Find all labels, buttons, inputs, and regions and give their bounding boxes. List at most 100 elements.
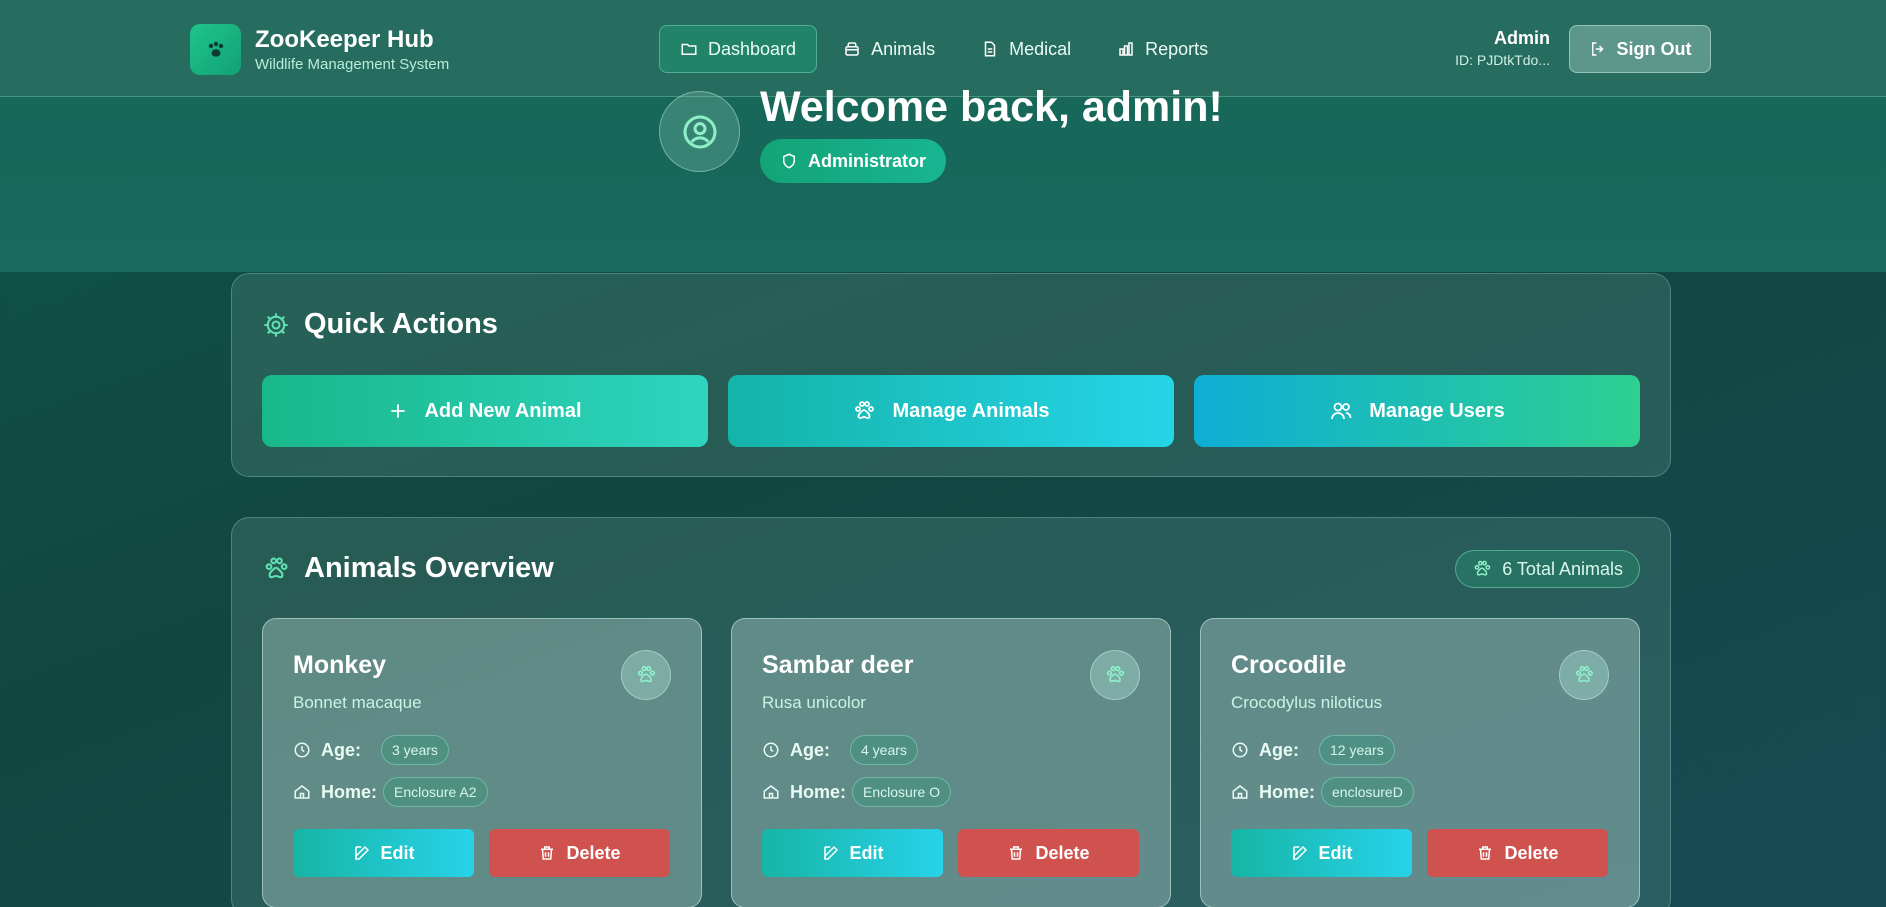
edit-label: Edit xyxy=(1318,842,1353,863)
home-value: enclosureD xyxy=(1321,777,1414,807)
animal-age-row: Age: 3 years xyxy=(293,735,449,765)
animal-scientific-name: Bonnet macaque xyxy=(293,693,422,712)
total-animals-badge: 6 Total Animals xyxy=(1455,550,1640,588)
animal-home-row: Home: Enclosure O xyxy=(762,777,952,807)
user-name: Admin xyxy=(1494,28,1550,48)
add-new-animal-label: Add New Animal xyxy=(424,399,582,422)
animals-overview-heading: Animals Overview xyxy=(262,552,554,585)
home-label: Home: xyxy=(1259,781,1316,802)
trash-icon xyxy=(1010,846,1023,860)
edit-icon xyxy=(1292,845,1307,860)
plus-icon xyxy=(391,404,406,418)
shield-icon xyxy=(783,153,795,169)
paw-icon xyxy=(1090,650,1140,700)
home-icon xyxy=(1232,785,1248,799)
home-value: Enclosure A2 xyxy=(383,777,488,807)
animal-name: Crocodile xyxy=(1231,651,1347,679)
nav-animals-label: Animals xyxy=(871,38,936,59)
age-value: 4 years xyxy=(850,735,918,765)
nav-animals[interactable]: Animals xyxy=(823,25,955,73)
nav-reports[interactable]: Reports xyxy=(1097,25,1228,73)
animal-home-row: Home: enclosureD xyxy=(1231,777,1414,807)
home-icon xyxy=(294,785,310,799)
age-label: Age: xyxy=(790,739,830,760)
edit-button[interactable]: Edit xyxy=(1231,829,1412,877)
archive-icon xyxy=(845,42,859,56)
quick-actions-title: Quick Actions xyxy=(304,308,498,340)
delete-button[interactable]: Delete xyxy=(1427,829,1608,877)
home-label: Home: xyxy=(321,781,378,802)
folder-icon xyxy=(681,43,697,55)
clock-icon xyxy=(763,742,779,758)
animal-name: Sambar deer xyxy=(762,651,914,679)
nav-medical[interactable]: Medical xyxy=(961,25,1091,73)
manage-users-button[interactable]: Manage Users xyxy=(1194,375,1640,447)
paw-icon xyxy=(855,401,875,419)
edit-label: Edit xyxy=(849,842,884,863)
edit-icon xyxy=(823,845,838,860)
clock-icon xyxy=(1232,742,1248,758)
users-icon xyxy=(1331,402,1352,420)
user-info: Admin ID: PJDtkTdo... xyxy=(1440,28,1550,68)
animals-overview-title: Animals Overview xyxy=(304,552,554,584)
app-title: ZooKeeper Hub xyxy=(255,26,434,53)
manage-users-label: Manage Users xyxy=(1369,399,1505,422)
edit-button[interactable]: Edit xyxy=(762,829,943,877)
home-icon xyxy=(763,785,779,799)
total-animals-label: 6 Total Animals xyxy=(1502,558,1623,579)
main-nav: Dashboard Animals Medical Reports xyxy=(659,25,1234,73)
nav-dashboard-label: Dashboard xyxy=(708,38,797,59)
gear-icon xyxy=(264,312,288,337)
sign-out-button[interactable]: Sign Out xyxy=(1569,25,1711,73)
delete-button[interactable]: Delete xyxy=(958,829,1139,877)
age-label: Age: xyxy=(1259,739,1299,760)
app-subtitle: Wildlife Management System xyxy=(255,56,450,73)
delete-label: Delete xyxy=(1035,842,1090,863)
delete-label: Delete xyxy=(566,842,621,863)
animal-scientific-name: Rusa unicolor xyxy=(762,693,866,712)
nav-medical-label: Medical xyxy=(1009,38,1072,59)
user-id: ID: PJDtkTdo... xyxy=(1455,52,1550,68)
paw-icon xyxy=(265,556,288,578)
welcome-title: Welcome back, admin! xyxy=(760,83,1223,131)
animal-card: Sambar deer Rusa unicolor Age: 4 years H… xyxy=(731,618,1171,907)
animal-name: Monkey xyxy=(293,651,387,679)
home-label: Home: xyxy=(790,781,847,802)
user-avatar xyxy=(659,91,740,172)
nav-dashboard[interactable]: Dashboard xyxy=(659,25,818,73)
nav-reports-label: Reports xyxy=(1145,38,1209,59)
animal-card: Crocodile Crocodylus niloticus Age: 12 y… xyxy=(1200,618,1640,907)
age-value: 3 years xyxy=(381,735,449,765)
trash-icon xyxy=(1479,846,1492,860)
age-label: Age: xyxy=(321,739,361,760)
animal-age-row: Age: 12 years xyxy=(1231,735,1395,765)
document-icon xyxy=(984,41,996,57)
edit-label: Edit xyxy=(380,842,415,863)
animal-home-row: Home: Enclosure A2 xyxy=(293,777,488,807)
add-new-animal-button[interactable]: Add New Animal xyxy=(262,375,708,447)
delete-button[interactable]: Delete xyxy=(489,829,670,877)
brand[interactable]: ZooKeeper Hub Wildlife Management System xyxy=(190,24,449,75)
edit-button[interactable]: Edit xyxy=(293,829,474,877)
home-value: Enclosure O xyxy=(852,777,952,807)
user-circle-icon xyxy=(683,115,716,148)
paw-icon xyxy=(190,24,241,75)
paw-icon xyxy=(1474,560,1491,576)
animal-age-row: Age: 4 years xyxy=(762,735,918,765)
animals-overview-panel: Animals Overview 6 Total Animals Monkey … xyxy=(231,517,1671,907)
manage-animals-button[interactable]: Manage Animals xyxy=(728,375,1174,447)
age-value: 12 years xyxy=(1319,735,1395,765)
animal-card: Monkey Bonnet macaque Age: 3 years Home:… xyxy=(262,618,702,907)
trash-icon xyxy=(541,846,554,860)
clock-icon xyxy=(294,742,310,758)
quick-actions-heading: Quick Actions xyxy=(262,308,498,341)
manage-animals-label: Manage Animals xyxy=(892,399,1050,422)
role-label: Administrator xyxy=(808,150,927,171)
delete-label: Delete xyxy=(1504,842,1559,863)
quick-actions-panel: Quick Actions Add New Animal Manage Anim… xyxy=(231,273,1671,477)
logout-icon xyxy=(1591,42,1604,56)
animal-scientific-name: Crocodylus niloticus xyxy=(1231,693,1383,712)
bar-chart-icon xyxy=(1119,42,1133,56)
edit-icon xyxy=(354,845,369,860)
role-badge: Administrator xyxy=(760,139,947,183)
